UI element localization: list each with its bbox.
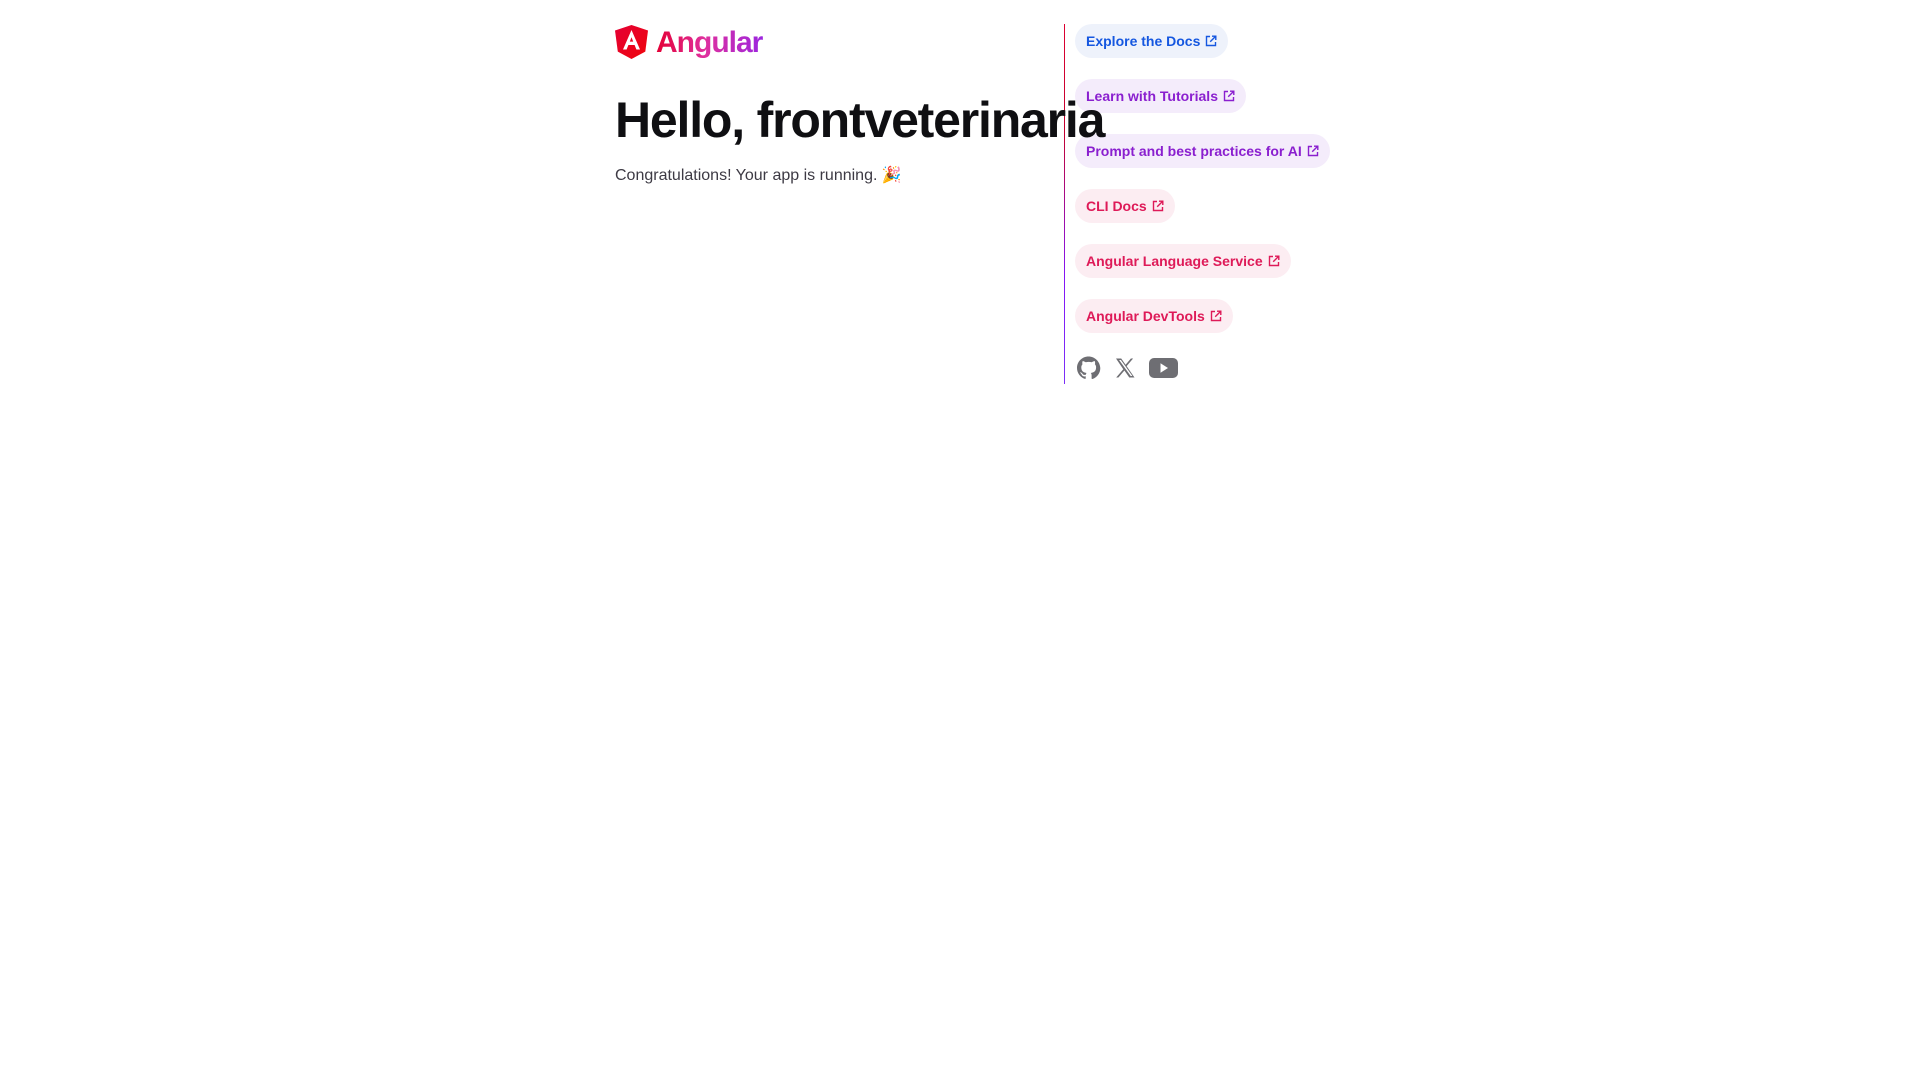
external-link-icon	[1223, 90, 1235, 102]
link-label: Learn with Tutorials	[1086, 88, 1218, 104]
link-label: CLI Docs	[1086, 198, 1147, 214]
link-label: Prompt and best practices for AI	[1086, 143, 1302, 159]
external-link-icon	[1210, 310, 1222, 322]
svg-text:Angular: Angular	[656, 26, 763, 59]
youtube-icon	[1149, 358, 1178, 378]
external-link-icon	[1307, 145, 1319, 157]
social-links	[1075, 356, 1330, 380]
github-link[interactable]	[1076, 356, 1101, 380]
external-link-icon	[1152, 200, 1164, 212]
devtools-link[interactable]: Angular DevTools	[1075, 299, 1233, 333]
link-label: Angular DevTools	[1086, 308, 1205, 324]
external-link-icon	[1268, 255, 1280, 267]
language-service-link[interactable]: Angular Language Service	[1075, 244, 1291, 278]
x-twitter-link[interactable]	[1113, 356, 1137, 380]
link-label: Angular Language Service	[1086, 253, 1263, 269]
link-label: Explore the Docs	[1086, 33, 1201, 49]
external-link-icon	[1206, 35, 1217, 47]
links-column: Explore the Docs Learn with Tutorials Pr…	[1065, 24, 1330, 384]
cli-docs-link[interactable]: CLI Docs	[1075, 189, 1175, 223]
github-icon	[1077, 356, 1101, 380]
x-twitter-icon	[1116, 358, 1135, 378]
subtitle: Congratulations! Your app is running. 🎉	[615, 167, 902, 184]
youtube-link[interactable]	[1149, 357, 1178, 379]
main-container: Angular Hello, frontveterinaria Congratu…	[615, 24, 1330, 384]
angular-logo: Angular	[615, 24, 763, 60]
content-column: Angular Hello, frontveterinaria Congratu…	[615, 24, 1105, 384]
angular-logo-icon: Angular	[615, 25, 763, 59]
page-title: Hello, frontveterinaria	[615, 92, 1105, 148]
explore-docs-link[interactable]: Explore the Docs	[1075, 24, 1229, 58]
ai-best-practices-link[interactable]: Prompt and best practices for AI	[1075, 134, 1330, 168]
